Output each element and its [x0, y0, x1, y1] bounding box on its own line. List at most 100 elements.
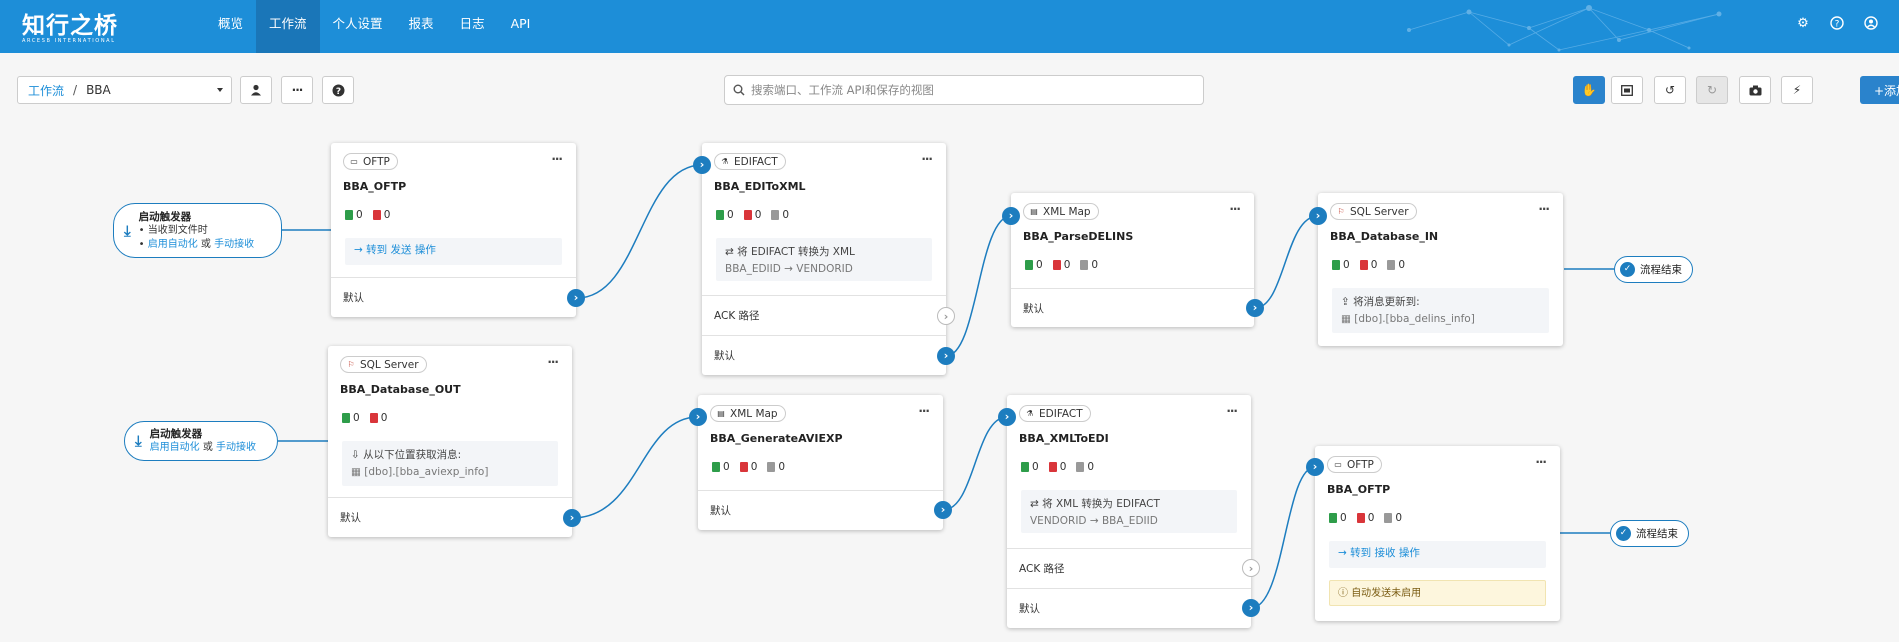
goto-action[interactable]: → 转到 发送 操作	[345, 238, 562, 265]
output-port-edi2[interactable]: ›	[1242, 599, 1260, 617]
person-icon	[251, 84, 261, 96]
nav-right: ⚙ ?	[1795, 16, 1879, 32]
more-options-button[interactable]: ···	[281, 76, 313, 104]
message-counts: 0 0	[345, 209, 390, 221]
auto-layout-button[interactable]: ⚡	[1781, 76, 1813, 104]
workflow-canvas[interactable]	[0, 115, 1899, 642]
trigger-body: 启动触发器 启用自动化 或 手动接收	[150, 427, 256, 455]
app-logo[interactable]: 知行之桥 ARCESB INTERNATIONAL	[22, 6, 118, 44]
search-input[interactable]	[751, 83, 1181, 97]
card-menu-button[interactable]: ···	[918, 404, 930, 418]
breadcrumb[interactable]: 工作流 / BBA	[17, 76, 232, 104]
nav-profile[interactable]: 个人设置	[320, 0, 396, 53]
enable-automation-link[interactable]: 启用自动化	[148, 239, 198, 250]
connector-card-sql1[interactable]: ⚐ SQL Server ··· BBA_Database_IN 0 0 0 ⇪ …	[1318, 193, 1563, 346]
error-file-icon	[369, 413, 378, 423]
card-menu-button[interactable]: ···	[1226, 404, 1238, 418]
help-icon[interactable]: ?	[1829, 16, 1845, 32]
error-file-icon	[1048, 462, 1057, 472]
connector-type-badge: ⚗ EDIFACT	[714, 153, 786, 170]
ack-port-edi2[interactable]: ›	[1242, 559, 1260, 577]
output-port-edi1[interactable]: ›	[937, 347, 955, 365]
nav-logs[interactable]: 日志	[447, 0, 498, 53]
output-port-xml2[interactable]: ›	[934, 501, 952, 519]
pan-mode-button[interactable]: ✋	[1573, 76, 1605, 104]
hand-icon: ✋	[1581, 83, 1597, 97]
help-button[interactable]: ?	[322, 76, 354, 104]
card-menu-button[interactable]: ···	[551, 152, 563, 166]
pending-file-icon	[767, 462, 776, 472]
input-port-xml2[interactable]: ›	[689, 408, 707, 426]
error-file-icon	[372, 210, 381, 220]
manual-receive-link[interactable]: 手动接收	[214, 239, 254, 250]
ack-port-edi1[interactable]: ›	[937, 307, 955, 325]
start-trigger-2[interactable]: ⤓ 启动触发器 启用自动化 或 手动接收	[124, 421, 278, 461]
connector-name: BBA_OFTP	[1327, 483, 1391, 496]
port-ack: ACK 路径	[1007, 548, 1251, 588]
nav-api[interactable]: API	[498, 0, 544, 53]
add-button[interactable]: +添加 ▾	[1860, 76, 1899, 104]
success-count: 0	[1340, 512, 1347, 524]
connector-type-badge: ▤ XML Map	[710, 405, 786, 422]
transform-text: ⇄ 将 XML 转换为 EDIFACT	[1030, 498, 1160, 510]
nav-overview[interactable]: 概览	[205, 0, 256, 53]
redo-button[interactable]: ↻	[1696, 76, 1728, 104]
user-filter-button[interactable]	[240, 76, 272, 104]
connector-type-badge: ⚗ EDIFACT	[1019, 405, 1091, 422]
transform-text: ⇄ 将 EDIFACT 转换为 XML	[725, 246, 855, 258]
output-port-oftp1[interactable]: ›	[567, 289, 585, 307]
message-counts: 0 0 0	[712, 461, 785, 473]
search-box[interactable]	[724, 75, 1204, 105]
enable-automation-link[interactable]: 启用自动化	[150, 442, 200, 453]
connector-card-sql2[interactable]: ⚐ SQL Server ··· BBA_Database_OUT 0 0 ⇩ 从…	[328, 346, 572, 537]
card-menu-button[interactable]: ···	[1229, 202, 1241, 216]
connector-card-edi1[interactable]: ⚗ EDIFACT ··· BBA_EDIToXML 0 0 0 ⇄ 将 EDIF…	[702, 143, 946, 375]
trigger-condition: • 当收到文件时	[138, 224, 208, 236]
undo-button[interactable]: ↺	[1654, 76, 1686, 104]
manual-receive-link[interactable]: 手动接收	[216, 442, 256, 453]
pending-file-icon	[771, 210, 780, 220]
output-port-sql2[interactable]: ›	[563, 509, 581, 527]
oftp-icon: ▭	[350, 156, 358, 166]
input-port-xml1[interactable]: ›	[1002, 207, 1020, 225]
gear-icon[interactable]: ⚙	[1795, 16, 1811, 32]
breadcrumb-root[interactable]: 工作流	[28, 82, 64, 99]
connector-card-xml1[interactable]: ▤ XML Map ··· BBA_ParseDELINS 0 0 0 默认	[1011, 193, 1254, 327]
input-port-edi2[interactable]: ›	[998, 408, 1016, 426]
connector-name: BBA_Database_IN	[1330, 230, 1439, 243]
nav-reports[interactable]: 报表	[396, 0, 447, 53]
main-nav: 概览 工作流 个人设置 报表 日志 API	[205, 0, 543, 53]
pending-count: 0	[1398, 259, 1406, 271]
connector-card-edi2[interactable]: ⚗ EDIFACT ··· BBA_XMLToEDI 0 0 0 ⇄ 将 XML …	[1007, 395, 1251, 628]
connector-card-oftp1[interactable]: ▭ OFTP ··· BBA_OFTP 0 0 → 转到 发送 操作 默认	[331, 143, 576, 317]
card-menu-button[interactable]: ···	[547, 355, 559, 369]
card-menu-button[interactable]: ···	[1535, 455, 1547, 469]
start-trigger-1[interactable]: ⤓ 启动触发器 • 当收到文件时 • 启用自动化 或 手动接收	[113, 203, 282, 258]
goto-action[interactable]: → 转到 接收 操作	[1329, 541, 1546, 568]
success-count: 0	[723, 461, 730, 473]
input-port-edi1[interactable]: ›	[693, 156, 711, 174]
input-port-sql1[interactable]: ›	[1309, 207, 1327, 225]
connector-type-badge: ▭ OFTP	[343, 153, 398, 170]
card-menu-button[interactable]: ···	[1538, 202, 1550, 216]
connector-card-xml2[interactable]: ▤ XML Map ··· BBA_GenerateAVIEXP 0 0 0 默认	[698, 395, 943, 530]
nav-workflow[interactable]: 工作流	[256, 0, 320, 53]
connector-card-oftp2[interactable]: ▭ OFTP ··· BBA_OFTP 0 0 0 → 转到 接收 操作 ⓘ 自动…	[1315, 446, 1560, 621]
trigger-actions: 启用自动化 或 手动接收	[150, 441, 256, 455]
input-port-oftp2[interactable]: ›	[1306, 458, 1324, 476]
warning-text: 自动发送未启用	[1351, 588, 1422, 599]
db-table-name: [dbo].[bba_aviexp_info]	[364, 466, 489, 478]
user-icon[interactable]	[1863, 16, 1879, 32]
flow-end-label: 流程结束	[1636, 528, 1678, 540]
error-file-icon	[1356, 513, 1365, 523]
info-circle-icon: ⓘ	[1338, 588, 1348, 599]
fit-view-button[interactable]	[1611, 76, 1643, 104]
card-menu-button[interactable]: ···	[921, 152, 933, 166]
check-circle-icon: ✓	[1616, 526, 1631, 541]
message-counts: 0 0 0	[1332, 259, 1405, 271]
flow-end-2[interactable]: ✓ 流程结束	[1610, 520, 1689, 547]
snapshot-button[interactable]	[1739, 76, 1771, 104]
output-port-xml1[interactable]: ›	[1246, 299, 1264, 317]
success-count: 0	[727, 209, 734, 221]
flow-end-1[interactable]: ✓ 流程结束	[1614, 256, 1693, 283]
